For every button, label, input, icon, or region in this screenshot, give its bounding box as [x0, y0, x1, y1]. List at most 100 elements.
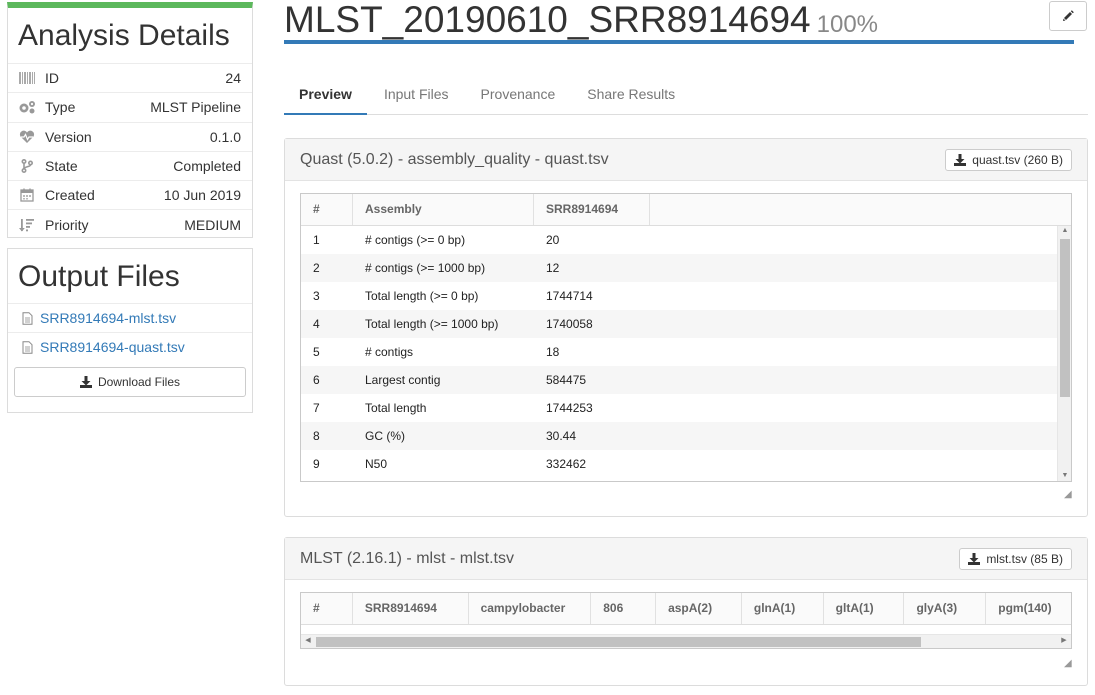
resize-handle[interactable]: ◢	[1064, 489, 1072, 500]
output-files-panel: Output Files SRR8914694-mlst.tsv SRR8914…	[7, 248, 253, 413]
table-cell: 5	[313, 345, 320, 359]
column-header[interactable]: #	[301, 593, 353, 624]
table-cell: 18	[546, 345, 560, 359]
detail-value: 0.1.0	[209, 128, 241, 145]
mlst-table-header: # SRR8914694 campylobacter 806 aspA(2) g…	[301, 593, 1071, 625]
table-row: 4 Total length (>= 1000 bp) 1740058	[301, 310, 1071, 338]
output-file-item[interactable]: SRR8914694-mlst.tsv	[8, 303, 252, 332]
table-cell: 332462	[546, 457, 587, 471]
calendar-icon	[18, 188, 36, 202]
table-row: 3 Total length (>= 0 bp) 1744714	[301, 282, 1071, 310]
mlst-download-button[interactable]: mlst.tsv (85 B)	[959, 547, 1072, 570]
detail-label: Type	[45, 99, 76, 116]
quast-table-header: # Assembly SRR8914694	[301, 194, 1071, 226]
detail-row-created: Created 10 Jun 2019	[8, 180, 252, 209]
table-row: 8 GC (%) 30.44	[301, 422, 1071, 450]
output-file-item[interactable]: SRR8914694-quast.tsv	[8, 332, 252, 361]
quast-result-card: Quast (5.0.2) - assembly_quality - quast…	[284, 138, 1088, 517]
table-cell: 7	[313, 401, 320, 415]
output-file-link[interactable]: SRR8914694-quast.tsv	[40, 339, 185, 355]
scroll-thumb[interactable]	[316, 637, 921, 647]
mlst-horizontal-scrollbar[interactable]: ◀ ▶	[301, 634, 1071, 648]
quast-card-header: Quast (5.0.2) - assembly_quality - quast…	[285, 139, 1087, 181]
file-text-icon	[20, 311, 34, 325]
mlst-file-label: mlst.tsv (85 B)	[986, 551, 1063, 566]
table-cell: # contigs (>= 0 bp)	[365, 233, 466, 247]
table-cell: 3	[313, 289, 320, 303]
detail-value: 24	[225, 70, 241, 87]
table-cell: 8	[313, 429, 320, 443]
analysis-name: MLST_20190610_SRR8914694	[284, 0, 811, 40]
column-header[interactable]: gltA(1)	[824, 593, 905, 624]
scroll-right-arrow[interactable]: ▶	[1057, 636, 1071, 644]
table-row: 9 N50 332462	[301, 450, 1071, 478]
column-header[interactable]: aspA(2)	[656, 593, 742, 624]
cogs-icon	[18, 100, 36, 114]
result-tabs: Preview Input Files Provenance Share Res…	[284, 74, 1088, 115]
table-row: 1 # contigs (>= 0 bp) 20	[301, 226, 1071, 254]
download-icon	[79, 376, 92, 388]
table-cell: Largest contig	[365, 373, 441, 387]
detail-label: State	[45, 158, 78, 175]
scroll-left-arrow[interactable]: ◀	[301, 636, 315, 644]
analysis-details-title: Analysis Details	[18, 19, 230, 52]
column-header[interactable]: campylobacter	[469, 593, 592, 624]
tab-provenance[interactable]: Provenance	[466, 74, 571, 115]
quast-card-title: Quast (5.0.2) - assembly_quality - quast…	[300, 150, 609, 168]
output-file-link[interactable]: SRR8914694-mlst.tsv	[40, 310, 176, 326]
column-header[interactable]: SRR8914694	[353, 593, 469, 624]
table-cell: 6	[313, 373, 320, 387]
table-cell: 584475	[546, 373, 587, 387]
table-row: 2 # contigs (>= 1000 bp) 12	[301, 254, 1071, 282]
column-header[interactable]: SRR8914694	[534, 194, 650, 225]
output-files-title: Output Files	[18, 260, 180, 293]
analysis-progress: 100%	[816, 11, 879, 38]
analysis-title-bar: MLST_20190610_SRR8914694 100%	[284, 0, 1074, 44]
download-files-button[interactable]: Download Files	[14, 367, 246, 397]
table-cell: N50	[365, 457, 388, 471]
column-header[interactable]: pgm(140)	[986, 593, 1071, 624]
table-cell: Total length (>= 0 bp)	[365, 289, 479, 303]
detail-value: 10 Jun 2019	[163, 187, 241, 204]
scroll-up-arrow[interactable]: ▲	[1058, 227, 1071, 234]
resize-handle[interactable]: ◢	[1064, 658, 1072, 669]
column-header[interactable]: 806	[591, 593, 657, 624]
table-cell: # contigs (>= 1000 bp)	[365, 261, 486, 275]
table-cell: GC (%)	[365, 429, 405, 443]
detail-label: ID	[45, 70, 59, 87]
download-icon	[968, 552, 981, 565]
table-row: 5 # contigs 18	[301, 338, 1071, 366]
column-header[interactable]: #	[301, 194, 353, 225]
mlst-table[interactable]: # SRR8914694 campylobacter 806 aspA(2) g…	[300, 592, 1072, 649]
download-files-label: Download Files	[97, 375, 181, 389]
table-cell: 12	[546, 261, 560, 275]
table-cell: 2	[313, 261, 320, 275]
scroll-thumb[interactable]	[1060, 239, 1070, 397]
mlst-card-title: MLST (2.16.1) - mlst - mlst.tsv	[300, 549, 514, 567]
tab-preview[interactable]: Preview	[284, 74, 367, 115]
tab-input-files[interactable]: Input Files	[369, 74, 464, 115]
mlst-result-card: MLST (2.16.1) - mlst - mlst.tsv mlst.tsv…	[284, 537, 1088, 686]
table-cell: Total length	[365, 401, 427, 415]
detail-row-version: Version 0.1.0	[8, 121, 252, 151]
column-header[interactable]: glnA(1)	[742, 593, 824, 624]
scroll-down-arrow[interactable]: ▼	[1058, 472, 1071, 479]
quast-table[interactable]: # Assembly SRR8914694 1 # contigs (>= 0 …	[300, 193, 1072, 482]
detail-label: Version	[45, 128, 92, 145]
table-cell: 1	[313, 233, 320, 247]
pencil-icon	[1062, 10, 1074, 22]
detail-value: MEDIUM	[184, 216, 241, 233]
detail-value: Completed	[173, 158, 241, 175]
quast-vertical-scrollbar[interactable]: ▲ ▼	[1057, 226, 1071, 481]
tab-share-results[interactable]: Share Results	[572, 74, 690, 115]
edit-analysis-button[interactable]	[1049, 1, 1087, 31]
table-cell: 1744714	[546, 289, 593, 303]
table-row: 7 Total length 1744253	[301, 394, 1071, 422]
table-cell: 4	[313, 317, 320, 331]
file-text-icon	[20, 340, 34, 354]
quast-download-button[interactable]: quast.tsv (260 B)	[945, 148, 1072, 171]
table-row: 6 Largest contig 584475	[301, 366, 1071, 394]
column-header[interactable]: Assembly	[353, 194, 534, 225]
column-header[interactable]: glyA(3)	[904, 593, 987, 624]
table-cell: 20	[546, 233, 560, 247]
